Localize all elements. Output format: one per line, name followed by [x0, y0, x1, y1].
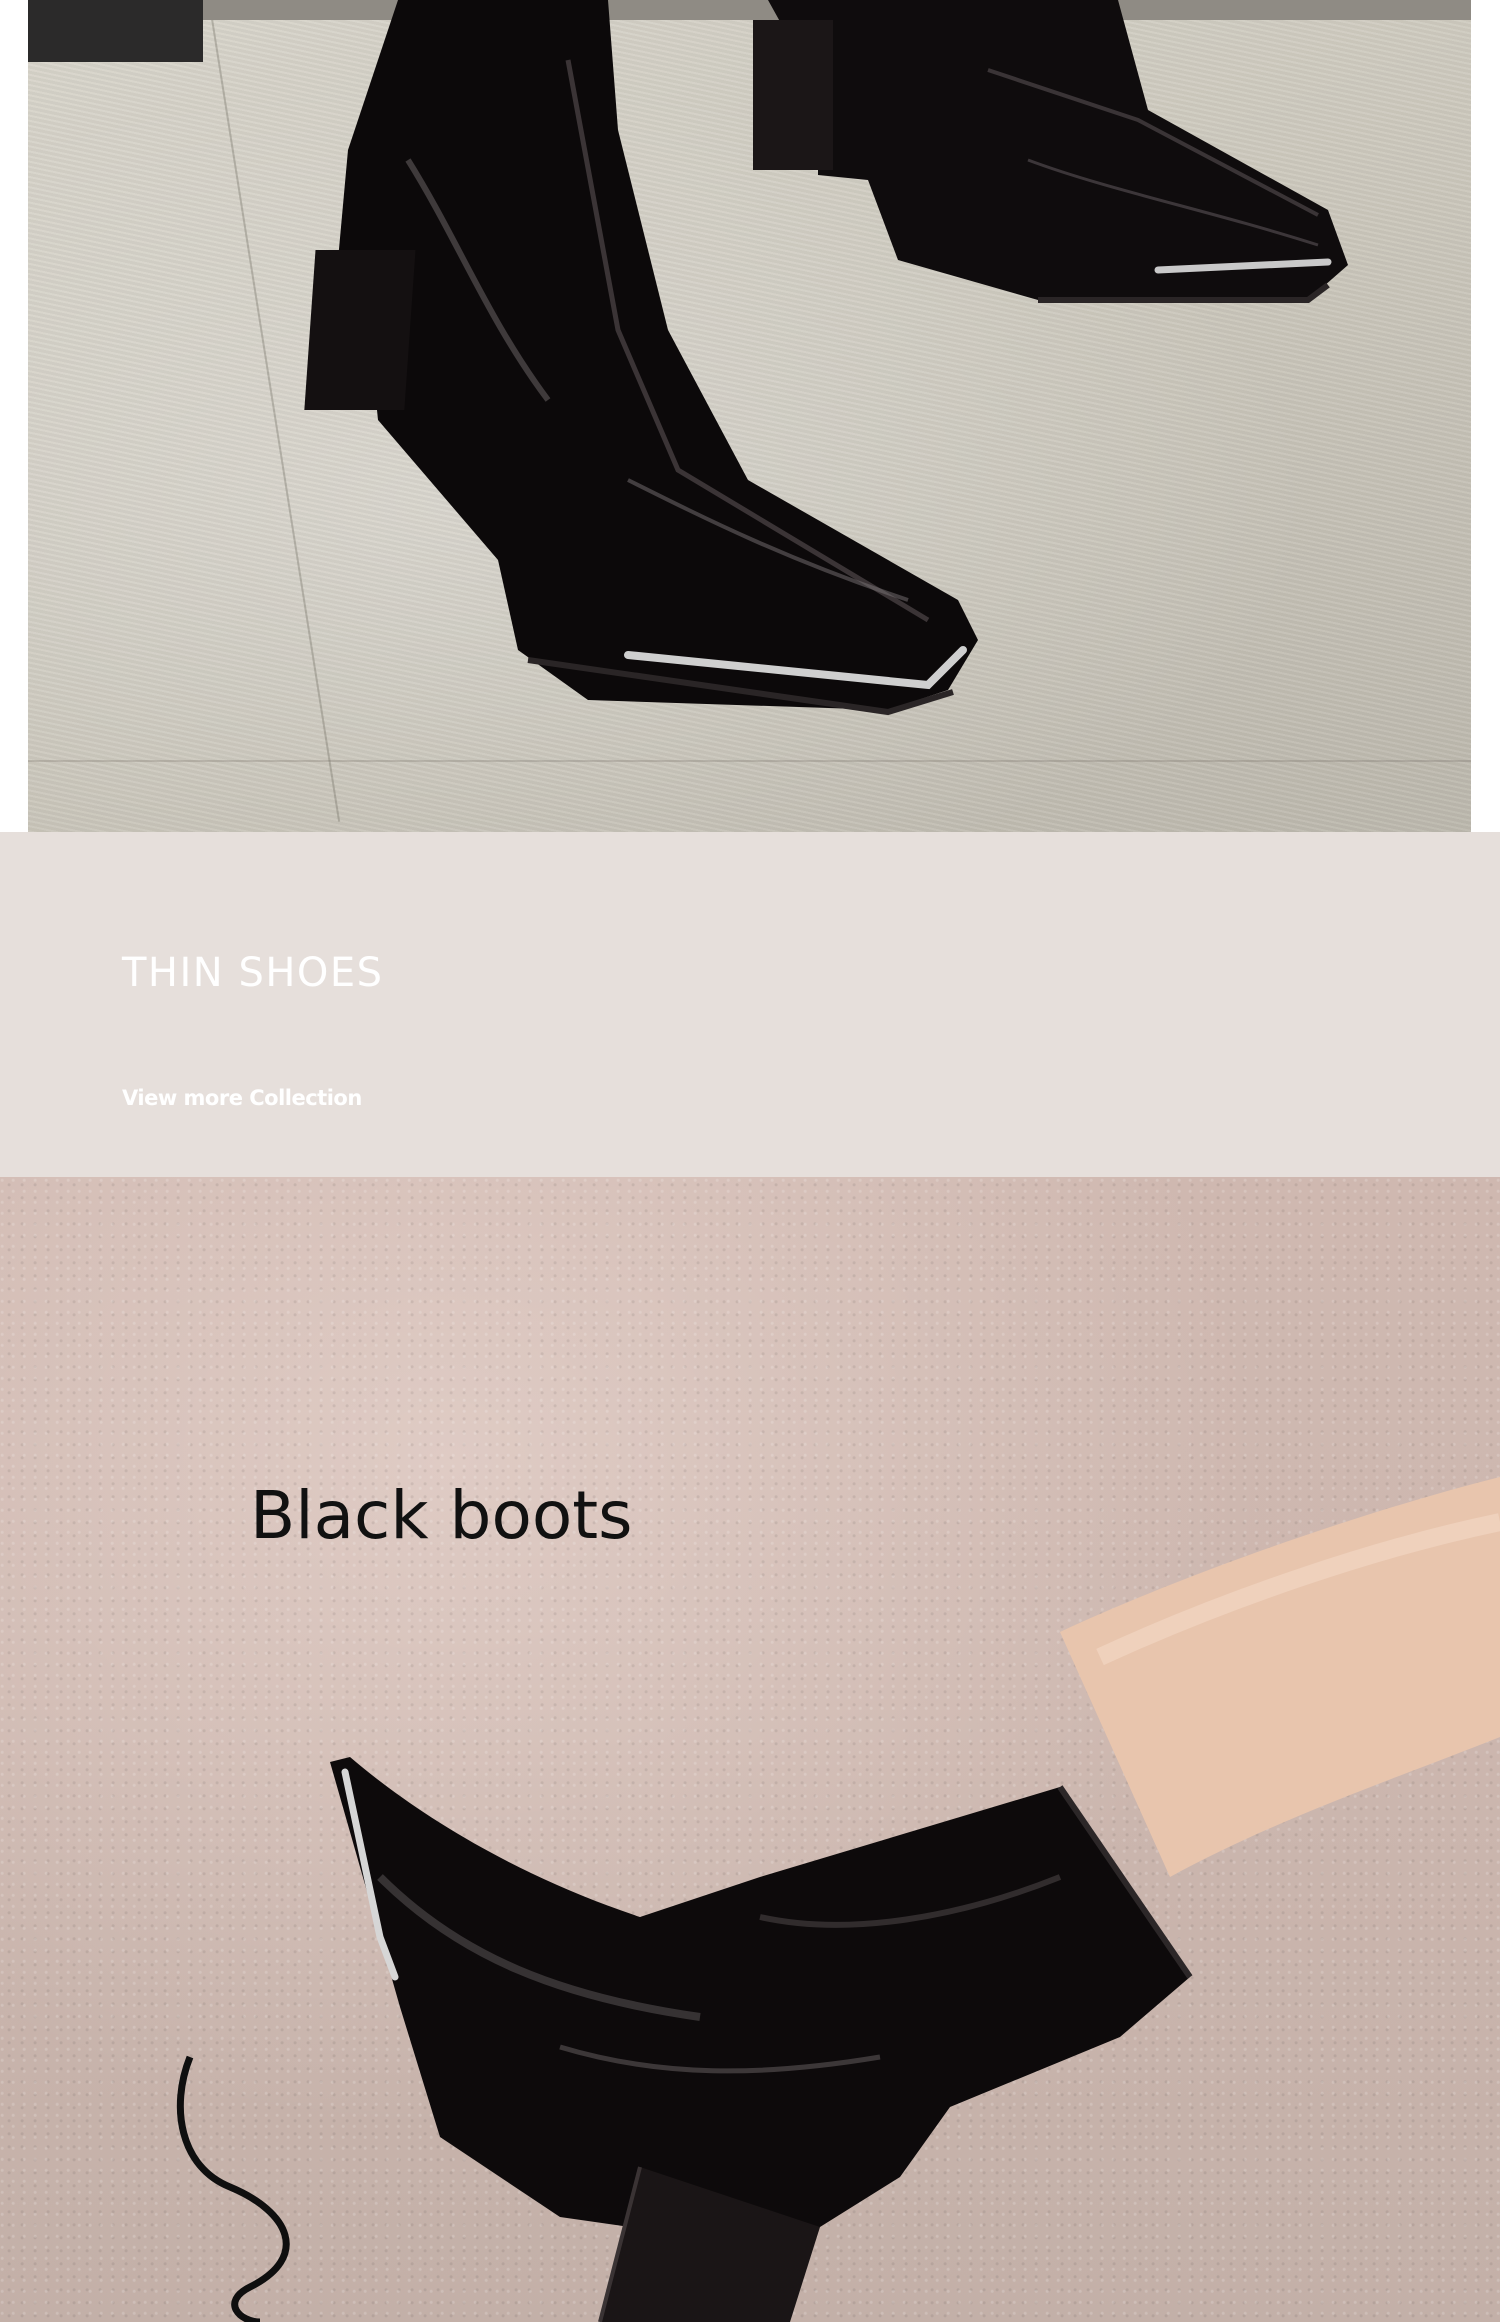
back-boot	[753, 0, 1348, 303]
cord	[176, 2055, 290, 2322]
black-boot-illustration	[176, 1477, 1500, 2322]
top-product-photo	[28, 0, 1471, 832]
bottom-product-photo: Black boots	[0, 1177, 1500, 2322]
banner-title: THIN SHOES	[122, 950, 384, 996]
product-caption: Black boots	[250, 1477, 633, 1554]
collection-banner: THIN SHOES View more Collection	[0, 832, 1500, 1177]
view-more-collection-link[interactable]: View more Collection	[122, 1086, 362, 1110]
patent-boots-illustration	[304, 0, 1348, 716]
boot-body	[330, 1757, 1190, 2237]
